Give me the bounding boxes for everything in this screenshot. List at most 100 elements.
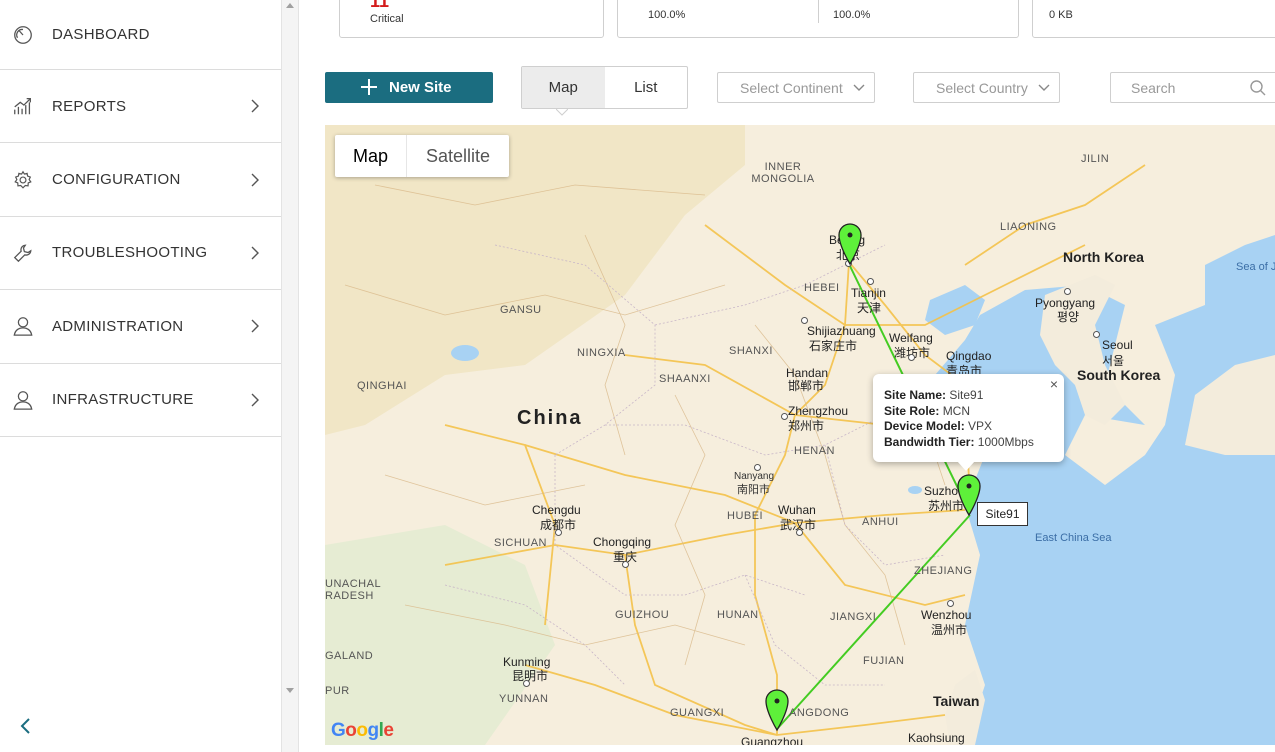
chevron-right-icon: [251, 246, 259, 260]
city-marker: [1064, 288, 1071, 295]
chevron-right-icon: [251, 319, 259, 333]
map-type-map-button[interactable]: Map: [335, 135, 407, 177]
label-nanyang-zh: 南阳市: [737, 484, 770, 496]
site-map[interactable]: Map Satellite INNER MONGOLIA JILIN LIAON…: [325, 125, 1275, 745]
continent-select-label: Select Continent: [740, 80, 843, 96]
chevron-down-icon: [853, 84, 865, 91]
city-marker: [947, 600, 954, 607]
city-marker: [1093, 331, 1100, 338]
app: DASHBOARD REPORTS CONFIGURATION TROUBLES…: [0, 0, 1275, 752]
availability-card[interactable]: 100.0% 100.0%: [617, 0, 1019, 38]
sidebar-item-label: CONFIGURATION: [52, 171, 181, 189]
tab-map[interactable]: Map: [522, 67, 605, 108]
map-type-satellite-button[interactable]: Satellite: [407, 135, 509, 177]
info-label: Bandwidth Tier:: [884, 434, 975, 449]
availability-value-2: 100.0%: [833, 9, 871, 21]
label-zhengzhou: Zhengzhou: [788, 404, 849, 418]
main-content: 11 Critical 100.0% 100.0% 0 KB New Site …: [300, 0, 1275, 752]
label-jilin: JILIN: [1081, 153, 1110, 165]
info-value: Site91: [949, 388, 984, 402]
label-tianjin-zh: 天津: [857, 301, 882, 315]
search-box: [1110, 72, 1275, 103]
site-info-window: × Site Name: Site91 Site Role: MCN Devic…: [873, 374, 1064, 471]
label-china: China: [517, 407, 583, 429]
label-chongqing: Chongqing: [593, 535, 652, 549]
google-logo[interactable]: Google: [331, 720, 394, 742]
active-tab-caret-icon: [556, 109, 568, 116]
city-marker: [622, 561, 629, 568]
collapse-sidebar-icon[interactable]: [18, 716, 34, 736]
info-row-site-name: Site Name: Site91: [884, 388, 1053, 404]
info-row-site-role: Site Role: MCN: [884, 404, 1053, 420]
label-inner-mongolia: INNER MONGOLIA: [751, 161, 815, 185]
label-liaoning: LIAONING: [1000, 221, 1057, 233]
sidebar-item-label: DASHBOARD: [52, 26, 150, 43]
new-site-label: New Site: [389, 79, 452, 96]
label-kunming-zh: 昆明市: [512, 669, 549, 683]
site-pin-guangzhou[interactable]: [764, 688, 790, 732]
label-shaanxi: SHAANXI: [659, 373, 711, 385]
availability-value-1: 100.0%: [648, 9, 686, 21]
search-input[interactable]: [1112, 74, 1242, 101]
label-gansu: GANSU: [500, 304, 542, 316]
usage-card[interactable]: 0 KB: [1032, 0, 1275, 38]
new-site-button[interactable]: New Site: [325, 72, 493, 103]
critical-card[interactable]: 11 Critical: [339, 0, 604, 38]
chevron-right-icon: [251, 173, 259, 187]
scroll-down-arrow-icon[interactable]: [286, 688, 294, 693]
country-select[interactable]: Select Country: [913, 72, 1060, 103]
label-hubei: HUBEI: [727, 510, 764, 522]
search-icon[interactable]: [1249, 79, 1267, 97]
map-type-control: Map Satellite: [335, 135, 509, 177]
label-nagaland: GALAND: [325, 650, 374, 662]
sidebar-item-label: REPORTS: [52, 97, 127, 115]
label-south-korea: South Korea: [1077, 367, 1161, 383]
sidebar-item-reports[interactable]: REPORTS: [0, 70, 281, 144]
city-marker: [867, 278, 874, 285]
map-background: [325, 125, 1275, 745]
label-pyongyang-ko: 평양: [1057, 310, 1080, 324]
sidebar-item-infrastructure[interactable]: INFRASTRUCTURE: [0, 364, 281, 437]
label-tianjin: Tianjin: [851, 286, 886, 300]
label-ningxia: NINGXIA: [577, 347, 626, 359]
sidebar-item-troubleshooting[interactable]: TROUBLESHOOTING: [0, 217, 281, 291]
label-taiwan: Taiwan: [933, 693, 980, 709]
scroll-up-arrow-icon[interactable]: [286, 3, 294, 8]
label-qingdao: Qingdao: [946, 349, 992, 363]
info-row-bandwidth: Bandwidth Tier: 1000Mbps: [884, 435, 1053, 451]
sidebar-item-label: ADMINISTRATION: [52, 317, 184, 335]
info-row-device-model: Device Model: VPX: [884, 419, 1053, 435]
info-window-tail: [957, 461, 975, 471]
critical-label: Critical: [370, 13, 404, 25]
country-select-label: Select Country: [936, 80, 1028, 96]
sidebar-item-administration[interactable]: ADMINISTRATION: [0, 290, 281, 364]
label-manipur: PUR: [325, 685, 350, 697]
label-arunachal: UNACHAL: [325, 578, 382, 590]
label-wenzhou-zh: 温州市: [931, 623, 968, 637]
label-weifang: Weifang: [889, 331, 933, 345]
label-wenzhou: Wenzhou: [921, 608, 972, 622]
user-icon: [11, 314, 35, 338]
label-handan-zh: 邯郸市: [788, 379, 825, 393]
site-pin-beijing[interactable]: [837, 222, 863, 266]
sidebar: DASHBOARD REPORTS CONFIGURATION TROUBLES…: [0, 0, 282, 752]
label-sichuan: SICHUAN: [494, 537, 548, 549]
info-label: Site Name:: [884, 388, 947, 402]
label-kaohsiung: Kaohsiung: [908, 731, 965, 745]
label-sea-of-japan: Sea of J: [1236, 261, 1275, 273]
sidebar-item-configuration[interactable]: CONFIGURATION: [0, 143, 281, 217]
continent-select[interactable]: Select Continent: [717, 72, 875, 103]
label-seoul: Seoul: [1102, 338, 1133, 352]
usage-value: 0 KB: [1049, 9, 1073, 21]
site-tooltip: Site91: [977, 502, 1028, 526]
sidebar-item-dashboard[interactable]: DASHBOARD: [0, 0, 281, 70]
critical-count: 11: [370, 0, 390, 11]
label-wuhan: Wuhan: [778, 503, 816, 517]
close-icon[interactable]: ×: [1050, 376, 1058, 393]
reports-icon: [11, 94, 35, 118]
label-yunnan: YUNNAN: [499, 693, 549, 705]
sidebar-item-label: INFRASTRUCTURE: [52, 391, 194, 409]
wrench-icon: [11, 241, 35, 265]
tab-list[interactable]: List: [605, 67, 688, 108]
sidebar-scrollbar[interactable]: [282, 0, 299, 752]
